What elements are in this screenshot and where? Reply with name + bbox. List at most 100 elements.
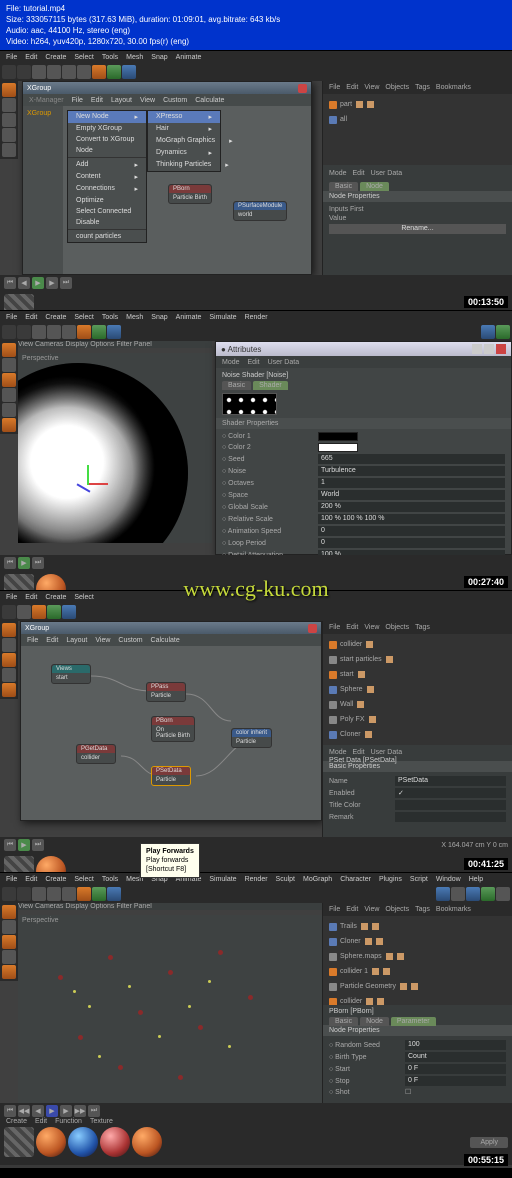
- mode-poly[interactable]: [2, 965, 16, 979]
- close-icon[interactable]: [308, 624, 317, 633]
- mat-preview[interactable]: [68, 1127, 98, 1157]
- node-port[interactable]: Particle: [156, 777, 186, 783]
- obj-label[interactable]: start: [340, 668, 354, 681]
- mi-mograph[interactable]: MoGraph Graphics▸: [148, 135, 220, 147]
- tool-redo[interactable]: [17, 887, 31, 901]
- mode-model[interactable]: [2, 343, 16, 357]
- mat-preview[interactable]: [100, 1127, 130, 1157]
- tl-prev[interactable]: ◀: [18, 277, 30, 289]
- menu-snap[interactable]: Snap: [151, 314, 167, 321]
- tag-icon[interactable]: [367, 101, 374, 108]
- tl-start[interactable]: ⏮: [4, 839, 16, 851]
- xmgr-item[interactable]: XGroup: [27, 110, 51, 117]
- node-pborn[interactable]: PBorn Particle Birth: [168, 184, 212, 204]
- close-icon[interactable]: [298, 84, 307, 93]
- tl-next[interactable]: ▶: [46, 277, 58, 289]
- xmgr-tree[interactable]: XGroup: [23, 106, 63, 274]
- obj-tab-file[interactable]: File: [329, 84, 340, 91]
- mi-new-node[interactable]: New Node▸: [68, 111, 146, 123]
- object-manager[interactable]: File Edit View Objects Tags Bookmarks Tr…: [322, 903, 512, 1103]
- node-port[interactable]: Particle: [236, 739, 267, 745]
- xmenu-custom[interactable]: Custom: [118, 637, 142, 644]
- mi-tp[interactable]: Thinking Particles▸: [148, 159, 220, 171]
- mode-object[interactable]: [2, 98, 16, 112]
- tag-icon[interactable]: [376, 938, 383, 945]
- obj-row[interactable]: Cloner: [329, 934, 506, 949]
- attr-userdata[interactable]: User Data: [268, 359, 300, 366]
- mode-point[interactable]: [2, 668, 16, 682]
- apply-button[interactable]: Apply: [470, 1137, 508, 1148]
- node-views[interactable]: Viewsstart: [51, 664, 91, 684]
- tag-icon[interactable]: [397, 953, 404, 960]
- mode-edge[interactable]: [2, 403, 16, 417]
- menu-file[interactable]: File: [6, 594, 17, 601]
- tab-parameter[interactable]: Parameter: [391, 1017, 436, 1026]
- obj-tab-edit[interactable]: Edit: [346, 84, 358, 91]
- tab-node[interactable]: Node: [360, 1017, 389, 1026]
- obj-tree[interactable]: part all: [323, 94, 512, 130]
- context-menu-1[interactable]: New Node▸ Empty XGroup Convert to XGroup…: [67, 110, 147, 243]
- mode-obj[interactable]: [2, 920, 16, 934]
- xmenu-file[interactable]: File: [72, 97, 83, 104]
- mat-menu-edit[interactable]: Edit: [35, 1118, 47, 1125]
- obj-tab-objects[interactable]: Objects: [385, 84, 409, 91]
- menu-render[interactable]: Render: [245, 314, 268, 321]
- obj-tab-tags[interactable]: Tags: [415, 624, 430, 631]
- vp-view[interactable]: View: [18, 903, 33, 910]
- menu-simulate[interactable]: Simulate: [209, 876, 236, 883]
- tool-y[interactable]: [47, 605, 61, 619]
- menu-edit[interactable]: Edit: [25, 876, 37, 883]
- mode-obj[interactable]: [2, 358, 16, 372]
- mi-dynamics[interactable]: Dynamics▸: [148, 147, 220, 159]
- menu-mograph[interactable]: MoGraph: [303, 876, 332, 883]
- tab-shader[interactable]: Shader: [253, 381, 288, 390]
- attr-mode[interactable]: Mode: [222, 359, 240, 366]
- attr-value[interactable]: 1: [318, 478, 505, 488]
- attr-mode[interactable]: Mode: [329, 749, 347, 756]
- menu-create[interactable]: Create: [45, 876, 66, 883]
- xmenu-file[interactable]: File: [27, 637, 38, 644]
- mode-poly[interactable]: [2, 683, 16, 697]
- menu-tools[interactable]: Tools: [102, 876, 118, 883]
- obj-tab-file[interactable]: File: [329, 624, 340, 631]
- mi-count[interactable]: count particles: [68, 231, 146, 242]
- tool-redo[interactable]: [17, 325, 31, 339]
- attribute-manager[interactable]: PBorn [PBorn] Basic Node Parameter Node …: [323, 1005, 512, 1103]
- close-icon[interactable]: [496, 344, 506, 354]
- vp-display[interactable]: Display: [65, 341, 88, 348]
- attr-value[interactable]: 0 F: [405, 1064, 506, 1074]
- tool-cube[interactable]: [466, 887, 480, 901]
- obj-label[interactable]: start particles: [340, 653, 382, 666]
- tl-end[interactable]: ⏭: [32, 839, 44, 851]
- obj-row[interactable]: start: [329, 667, 506, 682]
- xmenu-calculate[interactable]: Calculate: [151, 637, 180, 644]
- obj-label[interactable]: part: [340, 98, 352, 111]
- vp-display[interactable]: Display: [65, 903, 88, 910]
- attr-value[interactable]: 0: [318, 526, 505, 536]
- attr-value[interactable]: 100: [405, 1040, 506, 1050]
- mat-menu-create[interactable]: Create: [6, 1118, 27, 1125]
- timeline[interactable]: ⏮ ▶ ⏭: [0, 555, 512, 571]
- attribute-manager[interactable]: Mode Edit User Data PSet Data [PSetData]…: [323, 745, 512, 837]
- obj-label[interactable]: collider: [340, 638, 362, 651]
- obj-tab-tags[interactable]: Tags: [415, 906, 430, 913]
- tool-undo[interactable]: [2, 887, 16, 901]
- mode-point[interactable]: [2, 388, 16, 402]
- tl-start[interactable]: ⏮: [4, 557, 16, 569]
- node-port[interactable]: start: [56, 675, 86, 681]
- vp-panel[interactable]: Panel: [134, 903, 152, 910]
- node-colorinherit[interactable]: color inheritParticle: [231, 728, 272, 748]
- tag-icon[interactable]: [365, 731, 372, 738]
- tool-z[interactable]: [107, 887, 121, 901]
- xmenu-calculate[interactable]: Calculate: [195, 97, 224, 104]
- obj-row[interactable]: Poly FX: [329, 712, 506, 727]
- mode-model[interactable]: [2, 83, 16, 97]
- rename-button[interactable]: Rename...: [329, 224, 506, 234]
- tool-x[interactable]: [77, 887, 91, 901]
- mi-disable[interactable]: Disable: [68, 217, 146, 228]
- tag-icon[interactable]: [369, 716, 376, 723]
- xpresso-editor[interactable]: XGroup X-Manager File Edit Layout View C…: [22, 81, 312, 275]
- obj-tab-tags[interactable]: Tags: [415, 84, 430, 91]
- attribute-manager[interactable]: Mode Edit User Data Basic Node Node Prop…: [323, 165, 512, 275]
- xmenu-custom[interactable]: Custom: [163, 97, 187, 104]
